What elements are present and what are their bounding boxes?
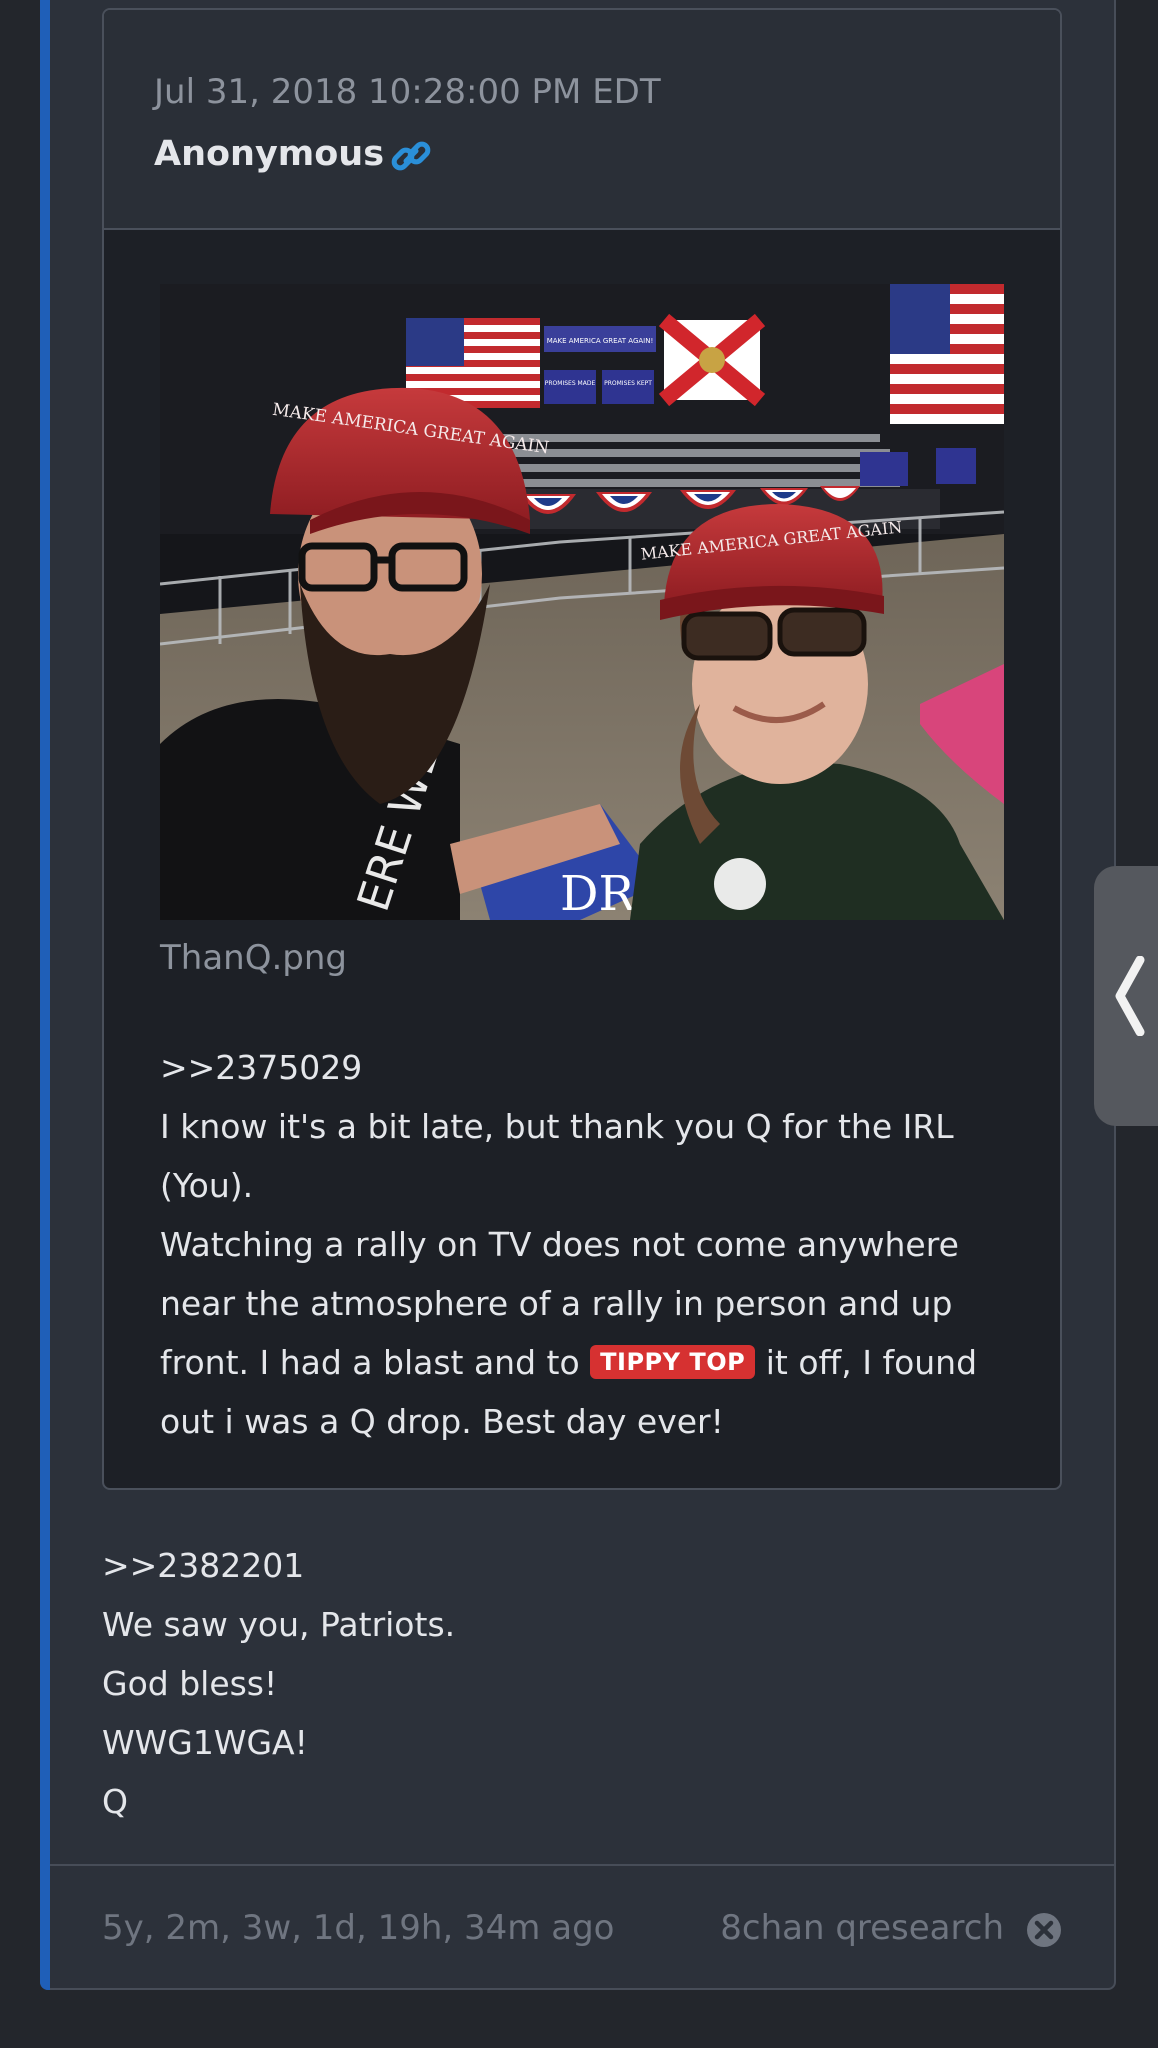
post-accent-bar (40, 0, 50, 1990)
post-image[interactable]: MAKE AMERICA GREAT AGAIN! PROMISES MADE … (160, 284, 1004, 920)
post-time-ago: 5y, 2m, 3w, 1d, 19h, 34m ago (102, 1908, 615, 1948)
quoted-post-date: Jul 31, 2018 10:28:00 PM EDT (154, 72, 661, 112)
tag-badge: TIPPY TOP (590, 1345, 756, 1379)
post-signature: Q (102, 1782, 128, 1821)
banner-text: MAKE AMERICA GREAT AGAIN! (547, 337, 654, 345)
promises-made-sign: PROMISES MADE (545, 380, 596, 387)
quoted-post-body: >>2375029 I know it's a bit late, but th… (160, 1038, 1020, 1451)
post-reply-ref[interactable]: >>2382201 (102, 1536, 1002, 1595)
quoted-post-author: Anonymous (154, 134, 385, 174)
quoted-post-header: Jul 31, 2018 10:28:00 PM EDT Anonymous (104, 10, 1060, 230)
side-drawer-handle[interactable] (1094, 866, 1158, 1126)
quoted-post: Jul 31, 2018 10:28:00 PM EDT Anonymous M… (102, 8, 1062, 1490)
promises-kept-sign: PROMISES KEPT (604, 380, 652, 387)
page: Jul 31, 2018 10:28:00 PM EDT Anonymous M… (0, 0, 1158, 2048)
post-line: WWG1WGA! (102, 1723, 308, 1762)
close-icon[interactable] (1026, 1912, 1062, 1948)
quoted-reply-ref[interactable]: >>2375029 (160, 1038, 1020, 1097)
post-body: >>2382201 We saw you, Patriots. God bles… (102, 1536, 1002, 1831)
footer-divider (50, 1864, 1114, 1866)
image-filename[interactable]: ThanQ.png (160, 938, 347, 978)
held-sign-text: DR (560, 866, 636, 920)
post-line: God bless! (102, 1664, 278, 1703)
link-icon[interactable] (389, 134, 433, 178)
rally-photo-illustration: MAKE AMERICA GREAT AGAIN! PROMISES MADE … (160, 284, 1004, 920)
quoted-text-paragraph: Watching a rally on TV does not come any… (160, 1215, 1020, 1451)
chevron-left-icon (1115, 956, 1145, 1036)
post-line: We saw you, Patriots. (102, 1605, 456, 1644)
quoted-text-line: I know it's a bit late, but thank you Q … (160, 1107, 954, 1205)
post-source: 8chan qresearch (720, 1908, 1004, 1948)
